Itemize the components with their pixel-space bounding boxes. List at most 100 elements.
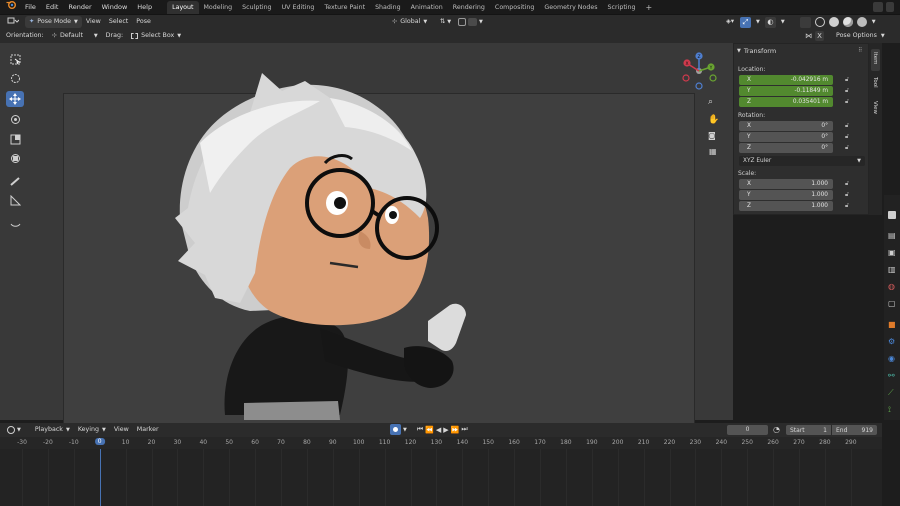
select-box-tool-icon[interactable] [6,51,24,67]
pose-options-button[interactable]: Pose Options [832,30,881,42]
constraint-properties-icon[interactable]: ⚯ [888,371,895,380]
tab-tool[interactable]: Tool [871,75,880,95]
location-x-field[interactable]: X -0.042916 m [739,75,833,85]
navigation-gizmo[interactable]: Z Y X [680,51,720,91]
hand-pan-icon[interactable]: ✋ [708,115,719,125]
tab-uv-editing[interactable]: UV Editing [277,1,320,14]
modifier-properties-icon[interactable]: ⚙ [888,337,895,346]
jump-start-icon[interactable]: ⏮ [417,425,423,434]
transform-tool-icon[interactable] [6,150,24,166]
editor-type-icon[interactable] [3,16,23,28]
overlay-toggle-icon[interactable]: ◐ [764,16,776,28]
snap-toggle[interactable]: ▼ [454,16,487,28]
menu-marker[interactable]: Marker [133,424,163,436]
next-keyframe-icon[interactable]: ⏩ [451,426,460,434]
tab-animation[interactable]: Animation [406,1,448,14]
tab-rendering[interactable]: Rendering [448,1,490,14]
orientation-selector[interactable]: ⊹ Default ▼ [48,30,102,42]
output-properties-icon[interactable]: ▣ [888,248,896,257]
rotation-mode-dropdown[interactable]: XYZ Euler ▼ [739,156,865,166]
tab-view[interactable]: View [871,99,880,119]
rotate-tool-icon[interactable] [6,111,24,127]
camera-view-icon[interactable]: ◙ [708,131,716,140]
lock-icon[interactable]: 🔓︎ [845,122,853,130]
drag-selector[interactable]: Select Box ▼ [127,30,185,42]
menu-window[interactable]: Window [97,0,133,15]
start-frame-field[interactable]: Start 1 [786,425,831,435]
gizmo-toggle-icon[interactable]: ⤢ [740,16,752,28]
location-y-field[interactable]: Y -0.11849 m [739,86,833,96]
scene-properties-icon[interactable]: ◍ [888,282,895,291]
mode-selector[interactable]: ✦ Pose Mode ▼ [25,16,82,28]
play-reverse-icon[interactable]: ◀ [436,426,441,434]
lock-icon[interactable]: 🔓︎ [845,133,853,141]
lock-icon[interactable]: 🔓︎ [845,202,853,210]
transform-header[interactable]: ▼ Transform [737,47,776,55]
scene-field[interactable] [886,2,894,12]
menu-pose[interactable]: Pose [132,16,155,28]
tab-shading[interactable]: Shading [370,1,406,14]
menu-view[interactable]: View [82,16,105,28]
tab-texture-paint[interactable]: Texture Paint [319,1,370,14]
scale-y-field[interactable]: Y 1.000 [739,190,833,200]
xray-toggle-icon[interactable] [799,16,811,28]
tab-modeling[interactable]: Modeling [199,1,238,14]
view-layer-icon[interactable]: ▥ [888,265,896,274]
play-icon[interactable]: ▶ [443,426,448,434]
playhead-line[interactable] [99,449,101,506]
timeline-area[interactable] [0,449,882,506]
menu-render[interactable]: Render [63,0,96,15]
tab-scripting[interactable]: Scripting [603,1,641,14]
tab-item[interactable]: Item [871,49,880,71]
object-properties-icon[interactable]: ■ [888,320,896,329]
rotation-x-field[interactable]: X 0° [739,121,833,131]
jump-end-icon[interactable]: ⏭ [461,425,467,434]
scale-tool-icon[interactable] [6,131,24,147]
physics-properties-icon[interactable]: ◉ [888,354,895,363]
transform-orientation-selector[interactable]: ⊹ Global ▼ [388,16,431,28]
auto-keying-dropdown-icon[interactable]: ▼ [403,427,407,433]
scale-z-field[interactable]: Z 1.000 [739,201,833,211]
blender-logo-icon[interactable] [0,0,20,15]
record-button[interactable] [390,424,401,435]
current-frame-field[interactable]: 0 [727,425,768,435]
add-workspace-button[interactable]: + [641,1,658,14]
render-properties-icon[interactable]: ▤ [888,231,896,240]
cursor-tool-icon[interactable] [6,70,24,86]
lock-icon[interactable]: 🔓︎ [845,87,853,95]
tab-compositing[interactable]: Compositing [490,1,539,14]
tab-sculpting[interactable]: Sculpting [237,1,276,14]
menu-file[interactable]: File [20,0,41,15]
lock-icon[interactable]: 🔓︎ [845,180,853,188]
bone-properties-icon[interactable]: ⟋ [888,388,894,398]
editor-type-icon[interactable]: ▼ [3,424,25,436]
rotation-z-field[interactable]: Z 0° [739,143,833,153]
lock-icon[interactable]: 🔓︎ [845,98,853,106]
shading-solid-icon[interactable] [828,17,839,27]
drag-handle-icon[interactable]: ⠿ [858,47,862,54]
overlay-dropdown-icon[interactable]: ▼ [780,16,786,28]
visibility-icon[interactable]: ◈▾ [724,16,736,28]
lock-icon[interactable]: 🔓︎ [845,191,853,199]
annotate-tool-icon[interactable] [6,173,24,189]
perspective-toggle-icon[interactable]: ▦ [709,147,717,156]
character-render[interactable] [0,43,733,420]
mirror-icon[interactable]: ⋈ [805,32,812,40]
prev-keyframe-icon[interactable]: ⏪ [425,426,434,434]
menu-view[interactable]: View [110,424,133,436]
menu-help[interactable]: Help [132,0,157,15]
location-z-field[interactable]: Z 0.035401 m [739,97,833,107]
world-properties-icon[interactable]: ▢ [888,299,896,308]
lock-icon[interactable]: 🔓︎ [845,76,853,84]
timeline-ruler[interactable]: -30 -20 -10 0 10 20 30 40 50 60 70 80 90 100 110 120 130… [0,437,882,449]
3d-viewport[interactable]: Z Y X ⌕ ✋ ◙ ▦ [0,43,733,450]
menu-select[interactable]: Select [105,16,132,28]
move-tool-icon[interactable] [6,91,24,107]
scale-x-field[interactable]: X 1.000 [739,179,833,189]
zoom-icon[interactable]: ⌕ [708,97,713,107]
keying-menu[interactable]: Keying ▼ [74,424,110,436]
gizmo-dropdown-icon[interactable]: ▼ [755,16,761,28]
rotation-y-field[interactable]: Y 0° [739,132,833,142]
scene-selector[interactable] [873,2,894,12]
pivot-point-selector[interactable]: ⇅ ▼ [436,16,455,28]
